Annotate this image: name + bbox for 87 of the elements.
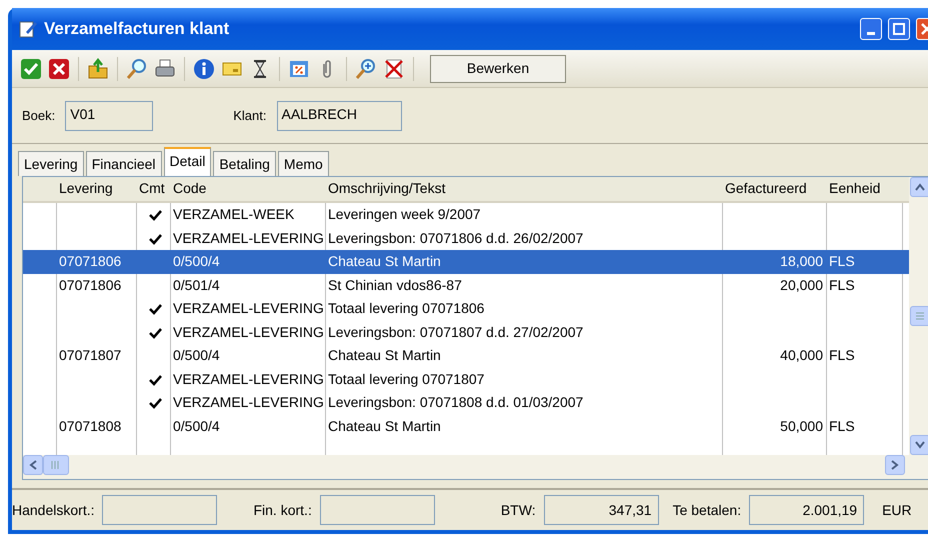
cancel-icon[interactable] [48,58,70,80]
table-row[interactable]: VERZAMEL-LEVERING Leveringsbon: 07071806 d.d. 26/02/2007 [23,226,909,250]
table-cell-text: 07071806 [58,276,122,294]
table-cell-text: 18,000 [779,252,824,271]
tab[interactable]: Detail [164,147,212,176]
edit-button[interactable]: Bewerken [430,54,566,82]
table-cell-text: Chateau St Martin [327,346,442,365]
table-cell-text: VERZAMEL-LEVERING [172,393,325,412]
scroll-thumb[interactable] [910,306,928,326]
table-cell-text: Leveringsbon: 07071808 d.d. 01/03/2007 [327,393,584,412]
table-cell-text: 07071807 [58,346,122,365]
table-cell-text: 0/500/4 [172,346,221,365]
table-cell-text: Leveringsbon: 07071807 d.d. 27/02/2007 [327,322,584,342]
table-cell-text: 20,000 [779,276,824,294]
info-icon[interactable] [193,58,215,80]
total-field: 347,31 [544,495,659,525]
table-cell-text: Totaal levering 07071807 [327,370,486,389]
table-cell-text: Totaal levering 07071806 [327,299,486,318]
table-cell-text: VERZAMEL-LEVERING [172,228,325,248]
table-cell-text: Leveringsbon: 07071806 d.d. 26/02/2007 [327,228,584,248]
table-cell-text: 0/501/4 [172,276,221,294]
table-cell-text: Leveringen week 9/2007 [327,205,482,224]
table-cell-text: VERZAMEL-WEEK [172,205,296,224]
table-cell-text: FLS [828,252,856,271]
confirm-icon[interactable] [20,58,42,80]
table-cell-text: St Chinian vdos86-87 [327,276,463,294]
delete-icon[interactable] [383,58,405,80]
table-row[interactable]: 07071806 0/501/4 St Chinian vdos86-87 20,000 FLS [23,274,909,297]
table-cell-text: FLS [828,276,856,294]
table-cell-text: FLS [828,346,856,365]
table-row[interactable]: VERZAMEL-LEVERING Leveringsbon: 07071807 d.d. 27/02/2007 [23,320,909,344]
folder-arrow-icon[interactable] [87,58,109,80]
table-row[interactable]: VERZAMEL-LEVERING Leveringsbon: 07071808 d.d. 01/03/2007 [23,391,909,414]
tab[interactable]: Betaling [213,151,276,176]
table-cell-text: 50,000 [779,416,824,436]
column-header[interactable]: Eenheid [827,177,903,200]
notepad-icon [18,19,38,39]
total-label: Fin. kort.: [253,500,312,520]
field-label: Boek: [22,106,56,125]
table-row[interactable]: VERZAMEL-WEEK Leveringen week 9/2007 [23,203,909,226]
total-field: 2.001,19 [749,495,864,525]
minimize-button[interactable] [860,18,882,40]
input-field[interactable]: AALBRECH [276,100,402,130]
table-cell-text: Chateau St Martin [327,252,442,271]
scroll-up-icon[interactable] [910,177,928,197]
table-cell-text: 07071808 [58,416,122,436]
table-cell-text: 0/500/4 [172,416,221,436]
total-label: Handelskort.: [12,500,94,520]
total-label: BTW: [500,500,536,520]
column-header[interactable]: Gefactureerd [723,177,827,200]
table-row[interactable]: 07071806 0/500/4 Chateau St Martin 18,000 FLS [23,250,909,274]
scroll-thumb[interactable] [43,455,69,475]
table-row[interactable]: 07071808 0/500/4 Chateau St Martin 50,000 FLS [23,414,909,438]
tab[interactable]: Memo [278,151,329,176]
column-header[interactable]: Omschrijving/Tekst [326,177,723,200]
zoom-in-icon[interactable] [355,58,377,80]
search-icon[interactable] [126,58,148,80]
table-cell-text: Chateau St Martin [327,416,442,436]
tab[interactable]: Financieel [86,151,162,176]
total-label: Te betalen: [672,500,742,520]
table-cell-text: 0/500/4 [172,252,221,271]
minimize-icon [867,32,875,34]
printer-icon[interactable] [154,58,176,80]
table-cell-text: VERZAMEL-LEVERING [172,299,325,318]
tab[interactable]: Levering [18,151,84,176]
maximize-icon [893,23,905,35]
table-row[interactable]: VERZAMEL-LEVERING Totaal levering 07071807 [23,368,909,391]
table-cell-text: 40,000 [779,346,824,365]
table-row[interactable]: 07071807 0/500/4 Chateau St Martin 40,000 FLS [23,344,909,368]
table-row[interactable]: VERZAMEL-LEVERING Totaal levering 07071806 [23,297,909,320]
table-cell-text: VERZAMEL-LEVERING [172,322,325,342]
column-header[interactable]: Code [171,177,326,200]
table-cell-text: FLS [828,416,856,436]
window-title: Verzamelfacturen klant [44,18,230,40]
horizontal-scrollbar[interactable] [23,455,928,479]
column-header[interactable]: Levering [57,177,137,200]
maximize-button[interactable] [888,18,910,40]
field-label: Klant: [233,106,266,125]
table-cell-text: VERZAMEL-LEVERING [172,370,325,388]
vertical-scrollbar[interactable] [909,177,928,455]
table-cell-text: 07071806 [58,252,122,271]
scroll-left-icon[interactable] [23,455,43,475]
scroll-down-icon[interactable] [910,435,928,455]
scroll-right-icon[interactable] [885,455,905,475]
currency-label: EUR [882,500,912,520]
input-field[interactable]: V01 [65,100,154,130]
column-header[interactable]: Cmt [137,177,171,200]
